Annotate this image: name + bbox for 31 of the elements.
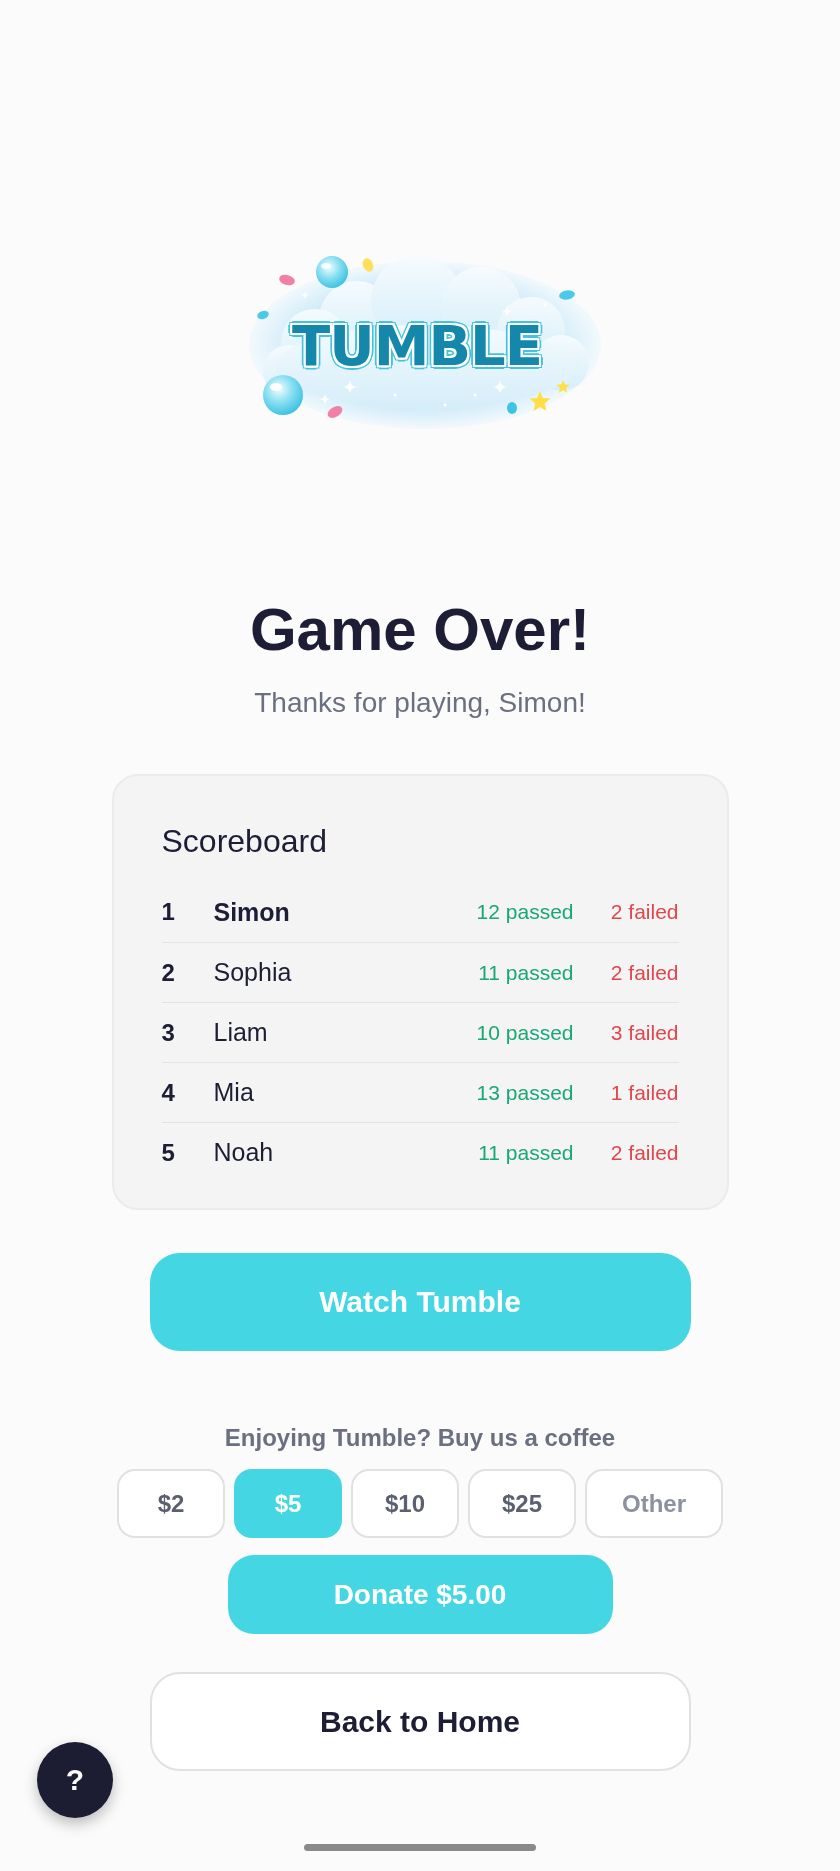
player-name: Noah (213, 1138, 275, 1167)
failed-count: 3 failed (610, 1020, 679, 1045)
passed-count: 10 passed (476, 1020, 574, 1045)
failed-count: 2 failed (610, 1140, 679, 1165)
help-button[interactable]: ? (37, 1742, 113, 1818)
back-to-home-button[interactable]: Back to Home (149, 1672, 691, 1771)
rank-number: 3 (161, 1018, 176, 1047)
passed-count: 13 passed (476, 1080, 574, 1105)
donation-prompt: Enjoying Tumble? Buy us a coffee (224, 1423, 616, 1453)
rank-number: 1 (161, 898, 176, 926)
amount-option[interactable]: Other (585, 1469, 723, 1538)
player-name: Mia (213, 1078, 255, 1107)
failed-count: 1 failed (610, 1080, 679, 1105)
amount-option[interactable]: $25 (468, 1469, 576, 1538)
passed-count: 12 passed (476, 900, 574, 924)
passed-count: 11 passed (478, 1140, 574, 1165)
logo-text: TUMBLE (292, 313, 542, 379)
amount-option[interactable]: $10 (351, 1469, 459, 1538)
failed-count: 2 failed (610, 900, 679, 924)
rank-number: 5 (161, 1138, 176, 1167)
scoreboard-title: Scoreboard (161, 822, 328, 860)
thanks-message: Thanks for playing, Simon! (254, 687, 586, 719)
passed-count: 11 passed (478, 960, 574, 985)
amount-option[interactable]: $2 (117, 1469, 225, 1538)
rank-number: 2 (161, 958, 176, 987)
player-name: Simon (213, 897, 291, 927)
failed-count: 2 failed (610, 960, 679, 985)
player-name: Liam (213, 1018, 269, 1047)
game-over-title: Game Over! (249, 595, 591, 665)
rank-number: 4 (161, 1078, 176, 1107)
player-name: Sophia (213, 958, 293, 987)
